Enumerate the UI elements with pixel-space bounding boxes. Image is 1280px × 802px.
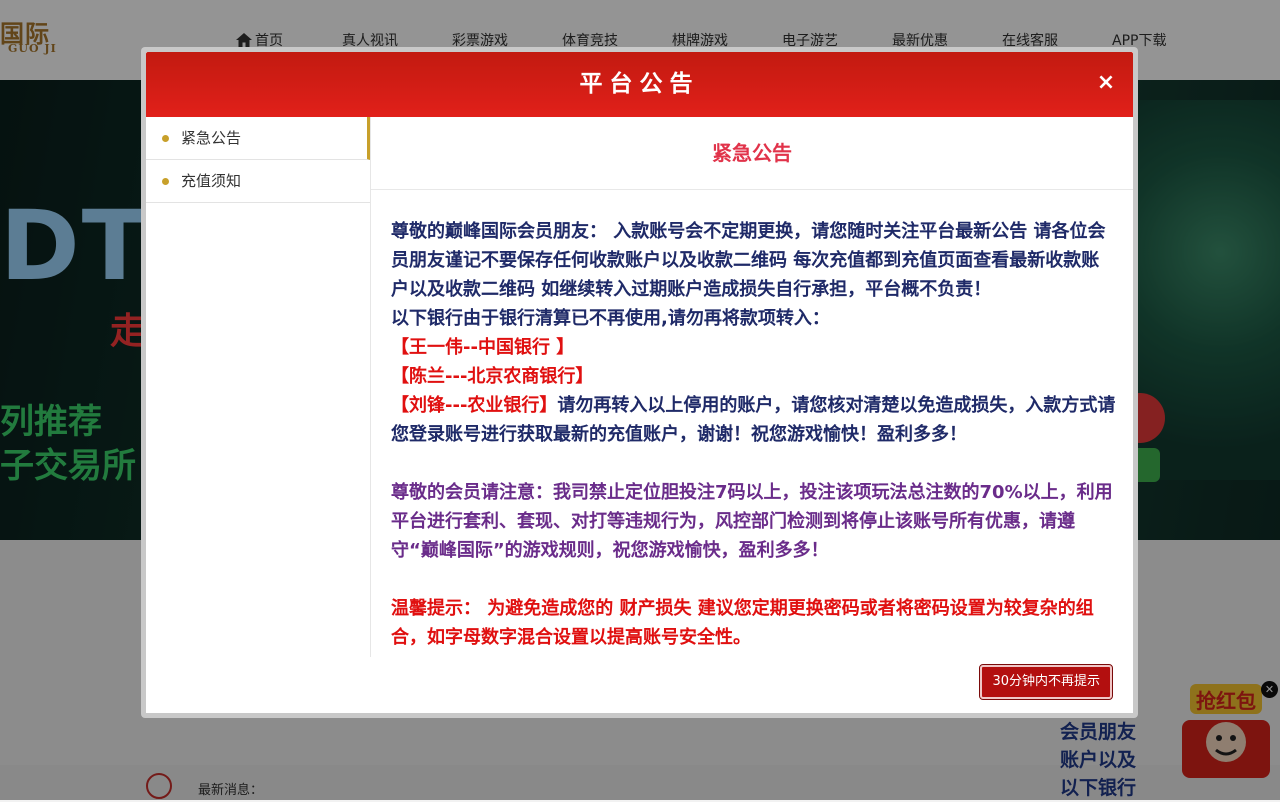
modal-inner: 平台公告 × 紧急公告 充值须知 紧急公告 尊敬的巅峰国际会员朋友： 入款账号会…	[146, 52, 1133, 713]
bank-item: 【陈兰---北京农商银行】	[391, 366, 594, 387]
announcement-content[interactable]: 紧急公告 尊敬的巅峰国际会员朋友： 入款账号会不定期更换，请您随时关注平台最新公…	[371, 117, 1133, 657]
sidebar-item-label: 紧急公告	[181, 129, 242, 147]
content-title: 紧急公告	[371, 117, 1133, 190]
notice-paragraph: 【刘锋---农业银行】请勿再转入以上停用的账户，请您核对清楚以免造成损失，入款方…	[391, 391, 1116, 449]
notice-paragraph: 尊敬的会员请注意：我司禁止定位胆投注7码以上，投注该项玩法总注数的70%以上，利…	[391, 482, 1113, 561]
sidebar-item-label: 充值须知	[181, 172, 242, 190]
content-body: 尊敬的巅峰国际会员朋友： 入款账号会不定期更换，请您随时关注平台最新公告 请各位…	[391, 217, 1116, 657]
bank-item: 【王一伟--中国银行 】	[391, 337, 575, 358]
modal-header: 平台公告 ×	[146, 52, 1133, 117]
modal-footer: 30分钟内不再提示	[146, 657, 1133, 713]
sidebar-item-urgent[interactable]: 紧急公告	[146, 117, 370, 160]
close-icon[interactable]: ×	[1093, 70, 1119, 96]
dismiss-30min-button[interactable]: 30分钟内不再提示	[979, 664, 1113, 700]
bullet-icon	[162, 178, 169, 185]
bank-item: 【刘锋---农业银行】	[391, 395, 558, 416]
bullet-icon	[162, 135, 169, 142]
announcement-sidebar: 紧急公告 充值须知	[146, 117, 371, 657]
notice-paragraph: 温馨提示： 为避免造成您的 财产损失 建议您定期更换密码或者将密码设置为较复杂的…	[391, 598, 1094, 648]
notice-paragraph: 尊敬的巅峰国际会员朋友： 入款账号会不定期更换，请您随时关注平台最新公告 请各位…	[391, 221, 1106, 300]
announcement-modal: 平台公告 × 紧急公告 充值须知 紧急公告 尊敬的巅峰国际会员朋友： 入款账号会…	[141, 47, 1138, 718]
modal-title: 平台公告	[579, 71, 700, 97]
sidebar-item-deposit-notice[interactable]: 充值须知	[146, 160, 370, 203]
notice-paragraph: 以下银行由于银行清算已不再使用,请勿再将款项转入：	[391, 308, 830, 329]
